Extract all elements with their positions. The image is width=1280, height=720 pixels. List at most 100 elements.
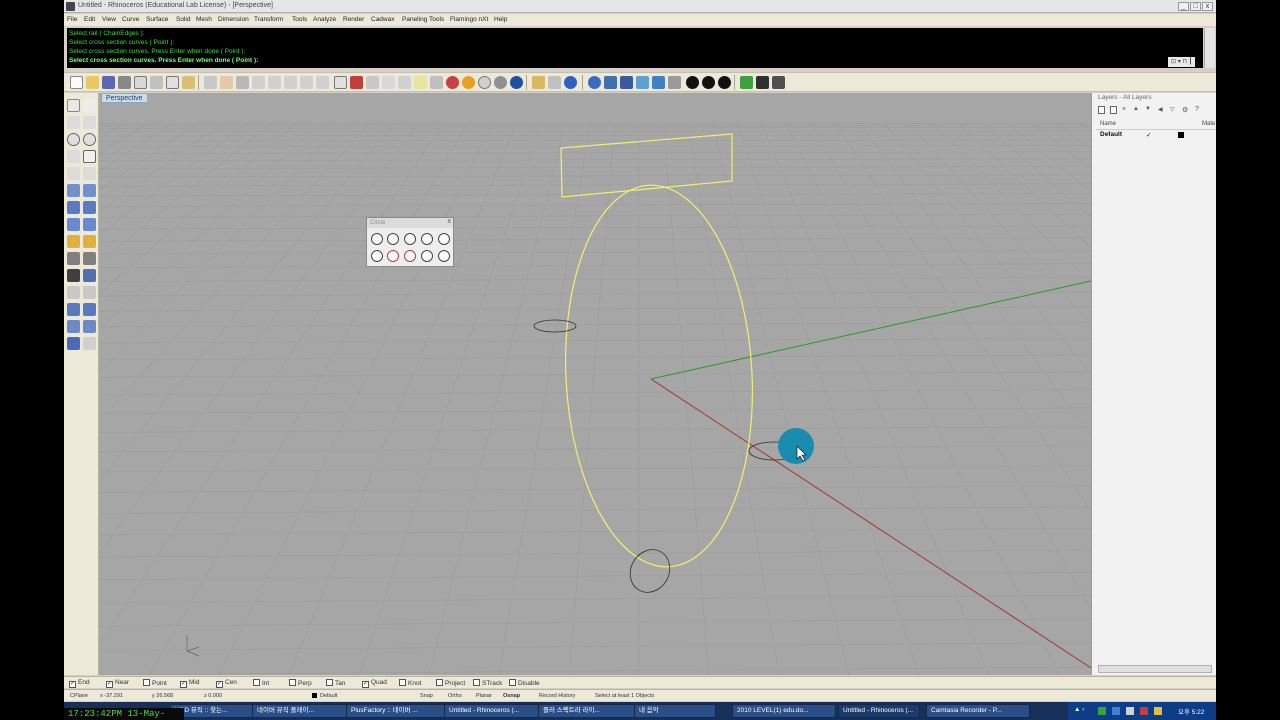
taskbar-button[interactable]: 내 음악 — [634, 704, 716, 718]
tray-clock[interactable]: 오후 5:22 — [1178, 706, 1204, 716]
osnap-checkbox[interactable] — [473, 679, 480, 686]
options-icon[interactable] — [548, 76, 561, 89]
flamingo-icon[interactable] — [668, 76, 681, 89]
surface-icon[interactable] — [67, 184, 80, 197]
rotate-icon[interactable] — [83, 303, 96, 316]
menu-mesh[interactable]: Mesh — [196, 16, 212, 23]
gear-icon[interactable] — [532, 76, 545, 89]
plugin-green-icon[interactable] — [740, 76, 753, 89]
paste-icon[interactable] — [166, 76, 179, 89]
open-icon[interactable] — [86, 76, 99, 89]
environment-icon[interactable] — [620, 76, 633, 89]
osnap-checkbox[interactable] — [253, 679, 260, 686]
menu-file[interactable]: File — [67, 16, 77, 23]
new-layer-icon[interactable] — [1098, 106, 1105, 114]
circle-vertical-icon[interactable] — [371, 250, 383, 262]
layers-panel-title[interactable]: Layers - All Layers — [1092, 93, 1216, 103]
polygon-icon[interactable] — [67, 167, 80, 180]
layers-horizontal-scrollbar[interactable] — [1098, 665, 1212, 673]
new-sublayer-icon[interactable] — [1110, 106, 1117, 114]
menu-paneling-tools[interactable]: Paneling Tools — [402, 16, 444, 23]
osnap-checkbox[interactable]: ✓ — [69, 681, 76, 688]
array-icon[interactable] — [67, 320, 80, 333]
osnap-checkbox[interactable]: ✓ — [180, 681, 187, 688]
circle-tool-icon[interactable] — [67, 133, 80, 146]
menu-solid[interactable]: Solid — [176, 16, 190, 23]
analyze-icon[interactable] — [67, 337, 80, 350]
menu-curve[interactable]: Curve — [122, 16, 139, 23]
light-icon[interactable] — [652, 76, 665, 89]
tray-keyboard-icon[interactable] — [1154, 707, 1162, 715]
circle-3point-icon[interactable] — [404, 233, 416, 245]
circle-tangent-icon[interactable] — [421, 233, 433, 245]
layer-color-swatch[interactable] — [1178, 132, 1184, 138]
osnap-knot[interactable]: Knot — [399, 679, 421, 687]
copy-icon[interactable] — [134, 76, 147, 89]
save-icon[interactable] — [102, 76, 115, 89]
four-viewports-icon[interactable] — [334, 76, 347, 89]
menu-tools[interactable]: Tools — [292, 16, 307, 23]
ellipse-icon[interactable] — [83, 133, 96, 146]
status-record-history[interactable]: Record History — [539, 693, 575, 699]
undo-icon[interactable] — [204, 76, 217, 89]
osnap-tan[interactable]: Tan — [326, 679, 345, 687]
circle-palette-title[interactable]: Circle — [367, 218, 453, 228]
vray-11-icon[interactable] — [686, 76, 699, 89]
menu-analyze[interactable]: Analyze — [313, 16, 336, 23]
command-options[interactable]: ⊡ ▾ ⊓ ┃ — [1168, 57, 1196, 67]
polyline-icon[interactable] — [67, 116, 80, 129]
taskbar-button[interactable]: 플러 스펙트라 라이... — [538, 704, 642, 718]
cplane-icon[interactable] — [382, 76, 395, 89]
command-prompt[interactable]: Select cross section curves. Press Enter… — [69, 57, 258, 64]
eye-icon[interactable] — [366, 76, 379, 89]
osnap-int[interactable]: Int — [253, 679, 269, 687]
osnap-checkbox[interactable]: ✓ — [362, 681, 369, 688]
lock-icon[interactable] — [430, 76, 443, 89]
osnap-cen[interactable]: ✓ Cen — [216, 679, 237, 688]
new-file-icon[interactable] — [70, 76, 83, 89]
freeform-curve-icon[interactable] — [83, 116, 96, 129]
menu-flamingo[interactable]: Flamingo nXt — [450, 16, 488, 23]
shaded-icon[interactable] — [494, 76, 507, 89]
tools-icon[interactable]: ⚙ — [1182, 106, 1188, 114]
taskbar-button[interactable]: 네이버 뮤직 플레이... — [252, 704, 356, 718]
osnap-strack[interactable]: STrack — [473, 679, 502, 687]
circle-deformable-icon[interactable] — [404, 250, 416, 262]
osnap-point[interactable]: Point — [143, 679, 167, 687]
boolean-icon[interactable] — [83, 201, 96, 214]
plugin-dark-icon[interactable] — [756, 76, 769, 89]
osnap-checkbox[interactable] — [436, 679, 443, 686]
circle-fit-icon[interactable] — [387, 250, 399, 262]
help-icon[interactable] — [564, 76, 577, 89]
column-name[interactable]: Name — [1100, 121, 1116, 127]
osnap-checkbox[interactable] — [143, 679, 150, 686]
tray-expand-icon[interactable]: ▲ ‹ — [1074, 706, 1084, 713]
status-snap[interactable]: Snap — [420, 693, 433, 699]
command-history[interactable]: Select rail ( ChainEdges ): Select cross… — [67, 28, 1203, 68]
loft-icon[interactable] — [83, 184, 96, 197]
zoom-all-icon[interactable] — [316, 76, 329, 89]
join-icon[interactable] — [67, 269, 80, 282]
close-button[interactable]: x — [1202, 2, 1213, 11]
select-arrow-icon[interactable] — [67, 99, 80, 112]
status-ortho[interactable]: Ortho — [448, 693, 462, 699]
circle-diameter-icon[interactable] — [387, 233, 399, 245]
properties-icon[interactable] — [462, 76, 475, 89]
osnap-end[interactable]: ✓ End — [69, 679, 90, 688]
minimize-button[interactable]: _ — [1178, 2, 1189, 11]
circle-center-radius-icon[interactable] — [371, 233, 383, 245]
osnap-project[interactable]: Project — [436, 679, 465, 687]
command-scrollbar[interactable] — [1204, 28, 1215, 68]
lightbulb-icon[interactable] — [414, 76, 427, 89]
render-sphere-icon[interactable] — [588, 76, 601, 89]
menu-edit[interactable]: Edit — [84, 16, 95, 23]
trim-icon[interactable] — [67, 252, 80, 265]
tray-app-icon[interactable] — [1098, 707, 1106, 715]
plugin-gray-icon[interactable] — [772, 76, 785, 89]
status-planar[interactable]: Planar — [476, 693, 492, 699]
delete-layer-icon[interactable]: × — [1122, 106, 1126, 113]
osnap-disable[interactable]: Disable — [509, 679, 540, 687]
taskbar-button[interactable]: Untitled - Rhinoceros (... — [838, 704, 920, 718]
layer-color-icon[interactable] — [446, 76, 459, 89]
osnap-perp[interactable]: Perp — [289, 679, 312, 687]
